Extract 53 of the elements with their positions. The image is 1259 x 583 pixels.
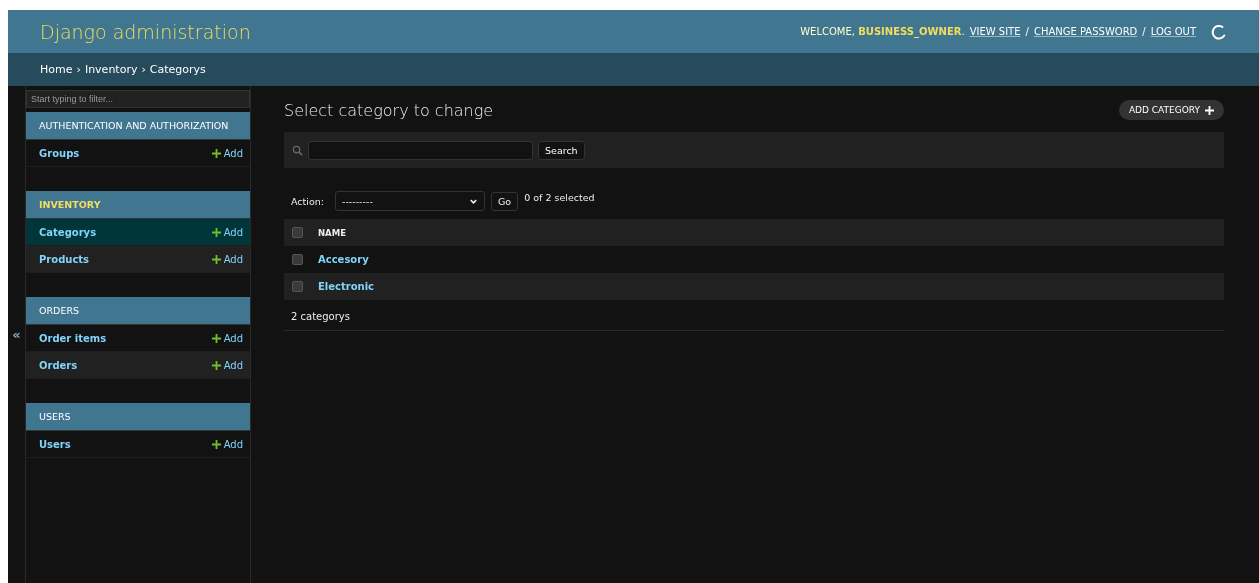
search-icon bbox=[292, 144, 303, 156]
search-button[interactable]: Search bbox=[538, 140, 585, 160]
filter-field[interactable]: Start typing to filter... bbox=[26, 90, 250, 108]
model-link[interactable]: Users bbox=[39, 438, 71, 450]
model-link[interactable]: Categorys bbox=[39, 226, 97, 238]
add-category-button[interactable]: ADD CATEGORY bbox=[1118, 100, 1224, 120]
add-link[interactable]: Add bbox=[211, 438, 243, 450]
moon-icon[interactable] bbox=[1209, 22, 1227, 41]
selection-counter: 0 of 2 selected bbox=[524, 192, 595, 203]
plus-icon bbox=[211, 360, 221, 370]
model-link[interactable]: Groups bbox=[39, 147, 80, 159]
app-header[interactable]: ORDERS bbox=[26, 297, 250, 325]
column-header[interactable]: NAME bbox=[318, 227, 346, 238]
plus-icon bbox=[211, 227, 221, 237]
category-link[interactable]: Electronic bbox=[318, 281, 375, 292]
user-link[interactable]: LOG OUT bbox=[1150, 26, 1196, 37]
app-header[interactable]: USERS bbox=[26, 403, 250, 431]
app-header[interactable]: AUTHENTICATION AND AUTHORIZATION bbox=[26, 112, 250, 140]
select-all-checkbox[interactable] bbox=[292, 227, 303, 238]
add-link[interactable]: Add bbox=[211, 147, 243, 159]
breadcrumb-link[interactable]: Home bbox=[40, 63, 73, 76]
collapse-sidebar-button[interactable]: « bbox=[12, 327, 21, 342]
user-link[interactable]: CHANGE PASSWORD bbox=[1033, 26, 1138, 37]
action-select[interactable]: --------- bbox=[334, 191, 485, 211]
add-link[interactable]: Add bbox=[211, 359, 243, 371]
plus-icon bbox=[211, 254, 221, 264]
search-field[interactable] bbox=[308, 140, 533, 160]
model-link[interactable]: Order items bbox=[39, 332, 107, 344]
go-button[interactable]: Go bbox=[490, 191, 519, 211]
plus-icon bbox=[211, 439, 221, 449]
plus-icon bbox=[211, 148, 221, 158]
breadcrumb-link[interactable]: Inventory bbox=[84, 63, 138, 76]
user-link[interactable]: VIEW SITE bbox=[969, 26, 1021, 37]
action-label: Action: bbox=[291, 195, 324, 207]
add-link[interactable]: Add bbox=[211, 332, 243, 344]
welcome-text: WELCOME, BUSINESS_OWNER. bbox=[800, 26, 965, 37]
app-header[interactable]: INVENTORY bbox=[26, 191, 250, 219]
page-title: Select category to change bbox=[284, 100, 494, 120]
row-checkbox[interactable] bbox=[292, 254, 303, 265]
model-link[interactable]: Orders bbox=[39, 359, 78, 371]
site-title[interactable]: Django administration bbox=[40, 20, 251, 43]
separator: / bbox=[1142, 26, 1146, 37]
add-link[interactable]: Add bbox=[211, 253, 243, 265]
row-checkbox[interactable] bbox=[292, 281, 303, 292]
breadcrumb-separator: › bbox=[76, 63, 81, 76]
plus-icon bbox=[211, 333, 221, 343]
plus-icon bbox=[1205, 105, 1214, 115]
add-link[interactable]: Add bbox=[211, 226, 243, 238]
model-link[interactable]: Products bbox=[39, 253, 90, 265]
category-link[interactable]: Accesory bbox=[318, 254, 369, 265]
result-count: 2 categorys bbox=[284, 300, 1224, 331]
separator: / bbox=[1025, 26, 1029, 37]
breadcrumb-separator: › bbox=[141, 63, 146, 76]
